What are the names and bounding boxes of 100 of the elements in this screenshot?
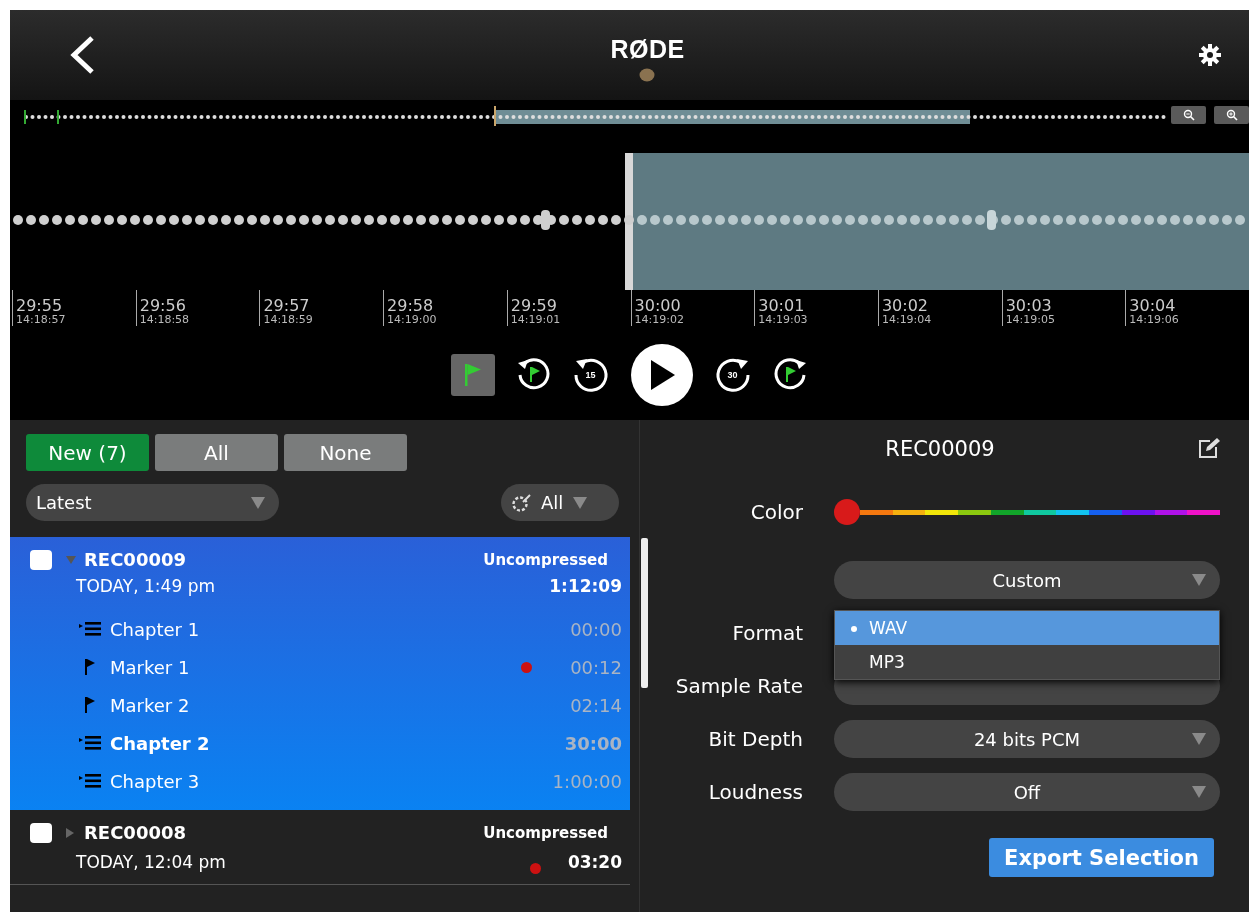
color-segment[interactable] — [1023, 509, 1057, 515]
color-segment[interactable] — [892, 509, 926, 515]
tick-time: 29:57 — [263, 297, 311, 315]
tick-time: 30:02 — [881, 297, 930, 315]
color-segment[interactable] — [860, 509, 893, 515]
dropdown-arrow-icon — [1192, 574, 1206, 586]
dropdown-arrow-icon — [1192, 786, 1206, 798]
tick-time: 29:55 — [16, 297, 64, 315]
recording-title: REC00009 — [885, 437, 995, 461]
item-label: Chapter 3 — [110, 770, 201, 792]
dropdown-arrow-icon — [251, 496, 265, 509]
item-label: Chapter 1 — [110, 618, 201, 640]
tick-clock: 14:19:03 — [758, 314, 809, 326]
dropdown[interactable]: Off — [834, 773, 1220, 811]
preset-dropdown[interactable]: Custom — [834, 561, 1220, 599]
skip-back-button[interactable]: 15 — [570, 355, 611, 395]
zoom-in-button[interactable] — [1214, 106, 1249, 124]
chapter-list-icon — [79, 736, 101, 750]
chapter-list-icon — [79, 774, 101, 788]
settings-icon[interactable] — [1199, 44, 1221, 66]
checkbox[interactable] — [30, 822, 52, 843]
recording-date: TODAY, 1:49 pm — [76, 576, 216, 596]
setting-label: Format — [731, 621, 803, 645]
item-time: 00:12 — [569, 656, 622, 678]
slider-thumb[interactable] — [834, 499, 860, 525]
item-label: Marker 1 — [110, 656, 191, 678]
item-time: 1:00:00 — [551, 770, 622, 792]
tick-time: 30:04 — [1129, 297, 1177, 315]
color-segment[interactable] — [958, 509, 991, 515]
tick-clock: 14:18:59 — [263, 314, 314, 326]
skip-forward-button[interactable]: 30 — [712, 355, 753, 395]
color-segment[interactable] — [1121, 509, 1155, 515]
color-segment[interactable] — [1089, 509, 1122, 515]
color-slider[interactable] — [834, 500, 1220, 524]
item-label: Chapter 2 — [110, 732, 211, 754]
tick-time: 30:01 — [758, 297, 806, 315]
recording-format: Uncompressed — [483, 550, 608, 569]
tick-clock: 14:19:05 — [1005, 314, 1057, 326]
collapse-caret-icon[interactable] — [66, 827, 74, 838]
chapter-row[interactable]: Chapter 3 1:00:00 — [78, 762, 622, 800]
zoom-out-icon — [1182, 109, 1195, 121]
recording-name: REC00009 — [84, 549, 187, 570]
color-segment[interactable] — [1154, 509, 1188, 515]
recording-duration: 1:12:09 — [549, 576, 622, 596]
chapter-list-icon — [79, 622, 101, 636]
tick-clock: 14:19:06 — [1129, 314, 1180, 326]
zoom-out-button[interactable] — [1171, 106, 1206, 124]
flag-button[interactable] — [450, 354, 495, 396]
tick-clock: 14:18:58 — [139, 314, 191, 326]
tick-clock: 14:19:02 — [634, 314, 685, 326]
recording-date: TODAY, 12:04 pm — [76, 851, 227, 872]
dropdown-arrow-icon — [1192, 733, 1206, 745]
menu-option[interactable]: WAV — [835, 611, 1219, 645]
color-filter-icon — [511, 493, 531, 512]
marker-row[interactable]: Marker 1 00:12 — [78, 648, 622, 686]
tick-time: 29:56 — [139, 297, 187, 315]
recording-format: Uncompressed — [483, 823, 608, 842]
tick-clock: 14:19:01 — [510, 314, 562, 326]
tick-time: 29:59 — [510, 297, 558, 315]
chapter-row[interactable]: Chapter 1 00:00 — [78, 610, 622, 648]
dropdown-arrow-icon — [573, 496, 588, 509]
item-label: Marker 2 — [110, 694, 191, 716]
color-filter-dropdown[interactable]: All — [501, 484, 619, 521]
flag-icon — [85, 697, 95, 713]
filter-tab[interactable]: All — [155, 434, 278, 471]
flag-icon — [464, 364, 481, 386]
edit-icon[interactable] — [1198, 438, 1220, 461]
recording-row[interactable]: REC00009 Uncompressed TODAY, 1:49 pm 1:12:09 Chapter 1 00:00 Marker 1 00:12 Marker 2 02:14 Chapter 2 30:00 Chapter 3 1:00:00 — [10, 537, 630, 810]
color-segment[interactable] — [925, 509, 959, 515]
tick-time: 29:58 — [387, 297, 435, 315]
tick-time: 30:00 — [634, 297, 682, 315]
tick-clock: 14:19:00 — [387, 314, 438, 326]
recording-duration: 03:20 — [567, 851, 622, 872]
item-time: 02:14 — [569, 694, 622, 716]
color-segment[interactable] — [990, 509, 1024, 515]
setting-label: Loudness — [707, 780, 803, 804]
tick-clock: 14:19:04 — [881, 314, 933, 326]
setting-label: Bit Depth — [707, 727, 803, 751]
item-time: 00:00 — [569, 618, 622, 640]
chapter-row[interactable]: Chapter 2 30:00 — [78, 724, 622, 762]
back-icon[interactable] — [68, 35, 96, 75]
logo: RØDE — [610, 34, 685, 64]
play-icon — [648, 360, 675, 390]
filter-tab[interactable]: None — [284, 434, 407, 471]
flag-icon — [85, 659, 95, 675]
tick-time: 30:03 — [1005, 297, 1053, 315]
filter-tab[interactable]: New (7) — [26, 434, 149, 471]
menu-option[interactable]: MP3 — [835, 645, 1219, 679]
scrollbar[interactable] — [641, 538, 648, 688]
marker-row[interactable]: Marker 2 02:14 — [78, 686, 622, 724]
setting-label: Color — [749, 500, 803, 524]
export-button[interactable]: Export Selection — [989, 838, 1214, 877]
item-time: 30:00 — [563, 732, 622, 754]
checkbox[interactable] — [30, 549, 52, 570]
dropdown[interactable]: 24 bits PCM — [834, 720, 1220, 758]
color-segment[interactable] — [1056, 509, 1090, 515]
color-segment[interactable] — [1187, 509, 1221, 515]
sort-dropdown[interactable]: Latest — [26, 484, 279, 521]
recording-name: REC00008 — [84, 822, 187, 843]
setting-label: Sample Rate — [674, 674, 803, 698]
